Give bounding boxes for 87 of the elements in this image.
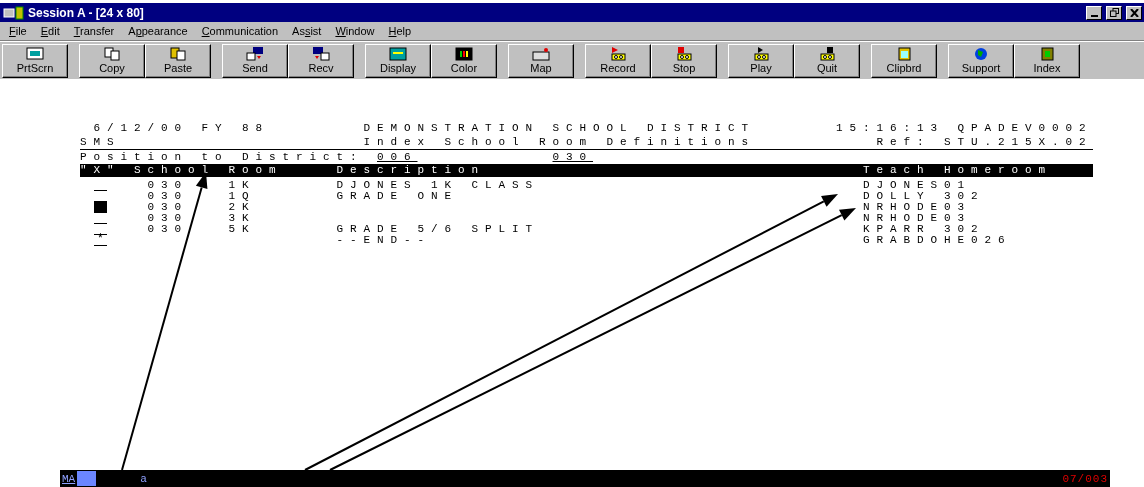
table-cell: 1Q: [228, 191, 256, 202]
screen-title: Index School Room Definitions: [363, 136, 755, 148]
table-cell: GRABDOHE026: [863, 235, 1012, 246]
system-text: SMS: [80, 136, 121, 148]
school-field[interactable]: 030: [552, 151, 593, 163]
table-cell: 1K: [228, 180, 256, 191]
table-cell: 2K: [228, 202, 256, 213]
tape-icon: [675, 47, 693, 61]
date-text: 6/12/00: [93, 122, 188, 134]
app-icon: [3, 5, 25, 20]
globe-icon: [972, 47, 990, 61]
toolbar-button[interactable]: Copy: [79, 43, 145, 78]
table-cell: 030: [147, 213, 188, 224]
window-title: Session A - [24 x 80]: [28, 5, 144, 20]
menu-item[interactable]: Appearance: [123, 25, 193, 37]
table-cell: GRADE 5/6 SPLIT: [336, 224, 539, 235]
column-header: Teach: [863, 165, 931, 176]
tape-icon: [752, 47, 770, 61]
column-header: Description: [336, 165, 485, 176]
book-icon: [1038, 47, 1056, 61]
table-cell: NRHODE03: [863, 202, 971, 213]
close-icon: [1129, 8, 1139, 17]
toolbar-button[interactable]: Map: [508, 43, 574, 78]
time-device-text: 15:16:13 QPADEV0002: [836, 122, 1093, 134]
tape-icon: [609, 47, 627, 61]
color-bars-icon: [455, 47, 473, 61]
table-cell: 3K: [228, 213, 256, 224]
toolbar-button[interactable]: Display: [365, 43, 431, 78]
toolbar-button[interactable]: Play: [728, 43, 794, 78]
toolbar-button[interactable]: Paste: [145, 43, 211, 78]
table-cell: --END--: [336, 235, 431, 246]
reference-text: Ref: STU.215X.02: [876, 136, 1093, 148]
position-label: Position to District:: [80, 151, 364, 163]
mode-indicator: MA: [62, 472, 76, 485]
close-button[interactable]: [1126, 5, 1142, 20]
table-cell: DOLLY 302: [863, 191, 985, 202]
toolbar-button[interactable]: Recv: [288, 43, 354, 78]
clipboard-documents-icon: [169, 47, 187, 61]
monitor-icon: [26, 47, 44, 61]
toolbar-button[interactable]: Send: [222, 43, 288, 78]
table-cell: GRADE ONE: [336, 191, 458, 202]
terminals-icon: [246, 47, 264, 61]
toolbar-button[interactable]: Record: [585, 43, 651, 78]
documents-icon: [103, 47, 121, 61]
restore-icon: [1109, 8, 1119, 17]
table-cell: 030: [147, 202, 188, 213]
menu-item[interactable]: Edit: [35, 25, 65, 37]
table-cell: DJONES01: [863, 180, 971, 191]
input-indicator: a: [140, 472, 147, 485]
terminals-icon: [312, 47, 330, 61]
toolbar-button[interactable]: Stop: [651, 43, 717, 78]
column-header: "X": [80, 165, 121, 176]
table-cell: NRHODE03: [863, 213, 971, 224]
clipboard-icon: [895, 47, 913, 61]
table-cell: 030: [147, 224, 188, 235]
menu-item[interactable]: Communication: [196, 25, 284, 37]
tape-icon: [818, 47, 836, 61]
table-cell: 030: [147, 180, 188, 191]
menu-item[interactable]: Help: [383, 25, 417, 37]
table-cell: KPARR 302: [863, 224, 985, 235]
column-header: School: [134, 165, 215, 176]
menu-item[interactable]: File: [4, 25, 32, 37]
toolbar-button[interactable]: Quit: [794, 43, 860, 78]
toolbar-button[interactable]: Clipbrd: [871, 43, 937, 78]
keyboard-icon: [532, 47, 550, 61]
cursor-block[interactable]: [93, 202, 107, 213]
district-title: DEMONSTRATION SCHOOL DISTRICT: [363, 122, 755, 134]
fiscal-year-text: FY 88: [201, 122, 269, 134]
toolbar-button[interactable]: Support: [948, 43, 1014, 78]
menu-item[interactable]: Window: [330, 25, 380, 37]
menu-item[interactable]: Transfer: [68, 25, 120, 37]
cursor-position: 07/003: [1062, 472, 1108, 485]
column-header: Room: [228, 165, 283, 176]
table-cell: 5K: [228, 224, 256, 235]
table-cell: DJONES 1K CLASS: [336, 180, 539, 191]
restore-button[interactable]: [1106, 5, 1122, 20]
screen-icon: [389, 47, 407, 61]
toolbar-button[interactable]: PrtScrn: [2, 43, 68, 78]
cursor-block: [77, 471, 97, 486]
district-field[interactable]: 006: [377, 151, 418, 163]
table-cell: 030: [147, 191, 188, 202]
minimize-button[interactable]: [1086, 5, 1102, 20]
minimize-icon: [1090, 14, 1098, 17]
toolbar-button[interactable]: Color: [431, 43, 497, 78]
toolbar-button[interactable]: Index: [1014, 43, 1080, 78]
column-header: Homeroom: [944, 165, 1052, 176]
menu-item[interactable]: Assist: [287, 25, 327, 37]
